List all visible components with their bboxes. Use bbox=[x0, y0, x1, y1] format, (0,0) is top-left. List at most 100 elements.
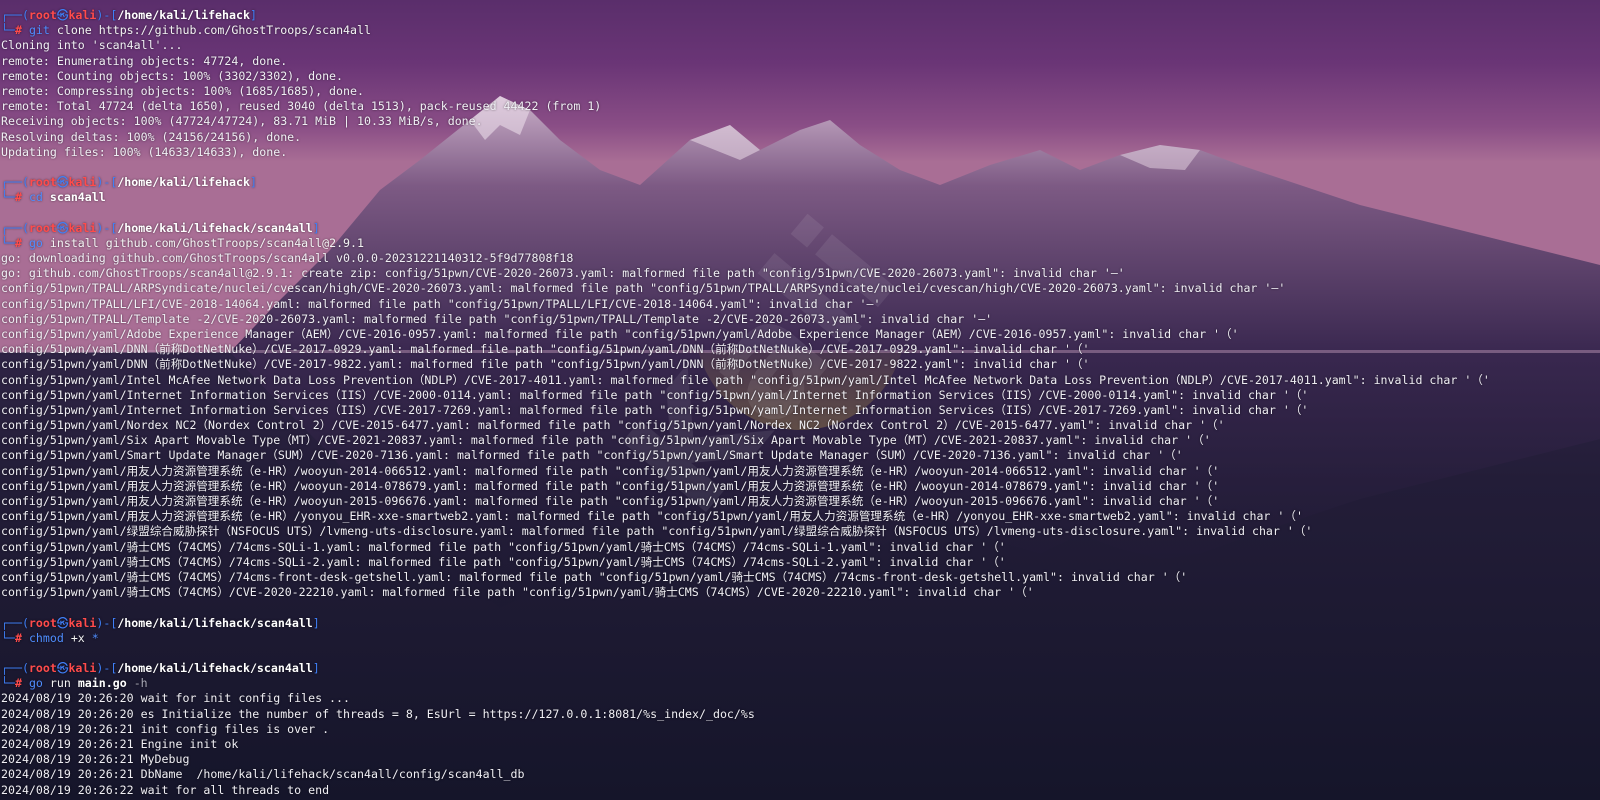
prompt-frame: └─ bbox=[1, 190, 15, 205]
prompt-path: /home/kali/lifehack bbox=[117, 175, 250, 190]
prompt-frame: ] bbox=[312, 220, 320, 235]
prompt-frame: ] bbox=[312, 615, 320, 630]
command-line[interactable]: └─# go install github.com/GhostTroops/sc… bbox=[1, 236, 1600, 251]
prompt-frame: ┌──( bbox=[1, 8, 29, 22]
prompt-separator: ㉿ bbox=[56, 615, 69, 630]
output-line: go: downloading github.com/GhostTroops/s… bbox=[1, 251, 574, 265]
output-line: Resolving deltas: 100% (24156/24156), do… bbox=[1, 129, 302, 144]
prompt-frame: )-[ bbox=[96, 175, 118, 190]
prompt-host: kali bbox=[68, 220, 97, 235]
command-name: git bbox=[28, 23, 50, 38]
prompt-separator: ㉿ bbox=[56, 220, 69, 235]
prompt-hash: # bbox=[14, 190, 22, 205]
output-line: 2024/08/19 20:26:21 init config files is… bbox=[1, 721, 330, 736]
output-line: config/51pwn/yaml/Nordex NC2（Nordex Cont… bbox=[1, 418, 1225, 433]
prompt-user: root bbox=[28, 615, 57, 630]
output-line: 2024/08/19 20:26:21 MyDebug bbox=[1, 752, 190, 767]
command-line[interactable]: └─# cd scan4all bbox=[1, 190, 1600, 205]
output-line: config/51pwn/TPALL/Template -2/CVE-2020-… bbox=[1, 311, 993, 326]
output-line: config/51pwn/yaml/用友人力资源管理系统（e-HR）/wooyu… bbox=[1, 494, 1220, 508]
command-line[interactable]: └─# chmod +x * bbox=[1, 631, 1600, 646]
prompt-separator: ㉿ bbox=[56, 175, 69, 190]
prompt-frame: └─ bbox=[1, 676, 15, 691]
prompt-hash: # bbox=[14, 630, 22, 645]
prompt-hash: # bbox=[14, 23, 22, 38]
output-line: Updating files: 100% (14633/14633), done… bbox=[1, 144, 288, 159]
output-line: config/51pwn/yaml/骑士CMS（74CMS）/74cms-fro… bbox=[1, 569, 1188, 584]
prompt-path: /home/kali/lifehack bbox=[117, 8, 250, 22]
output-line: config/51pwn/yaml/绿盟综合威胁探针（NSFOCUS UTS）/… bbox=[1, 524, 1313, 539]
prompt-hash: # bbox=[14, 676, 22, 691]
output-line: config/51pwn/yaml/骑士CMS（74CMS）/CVE-2020-… bbox=[1, 585, 1034, 600]
command-args: install github.com/GhostTroops/scan4all@… bbox=[49, 235, 364, 250]
output-line: 2024/08/19 20:26:20 wait for init config… bbox=[1, 691, 351, 706]
prompt-frame: )-[ bbox=[96, 220, 118, 235]
output-line: config/51pwn/TPALL/ARPSyndicate/nuclei/c… bbox=[1, 281, 1286, 296]
prompt-header: ┌──(root㉿kali)-[/home/kali/lifehack] bbox=[1, 175, 1600, 190]
prompt-frame: └─ bbox=[1, 630, 15, 645]
prompt-path: /home/kali/lifehack/scan4all bbox=[117, 661, 313, 676]
output-line: remote: Total 47724 (delta 1650), reused… bbox=[1, 99, 602, 114]
prompt-header: ┌──(root㉿kali)-[/home/kali/lifehack/scan… bbox=[1, 661, 1600, 676]
output-line: config/51pwn/yaml/DNN（前称DotNetNuke）/CVE-… bbox=[1, 357, 1090, 372]
prompt-frame: ┌──( bbox=[1, 615, 29, 630]
prompt-frame: ┌──( bbox=[1, 661, 29, 676]
prompt-header: ┌──(root㉿kali)-[/home/kali/lifehack] bbox=[1, 8, 1600, 23]
output-line: config/51pwn/yaml/骑士CMS（74CMS）/74cms-SQL… bbox=[1, 539, 1006, 554]
output-line: config/51pwn/yaml/Intel McAfee Network D… bbox=[1, 372, 1490, 387]
output-line: remote: Compressing objects: 100% (1685/… bbox=[1, 83, 364, 98]
prompt-user: root bbox=[28, 220, 57, 235]
prompt-header: ┌──(root㉿kali)-[/home/kali/lifehack/scan… bbox=[1, 616, 1600, 631]
command-name: go bbox=[28, 235, 43, 250]
prompt-frame: ┌──( bbox=[1, 220, 29, 235]
prompt-user: root bbox=[28, 8, 57, 22]
prompt-separator: ㉿ bbox=[56, 661, 69, 676]
output-line: config/51pwn/yaml/用友人力资源管理系统（e-HR）/wooyu… bbox=[1, 478, 1220, 493]
prompt-user: root bbox=[28, 661, 57, 676]
command-line[interactable]: └─# git clone https://github.com/GhostTr… bbox=[1, 23, 1600, 38]
output-line: config/51pwn/yaml/Internet Information S… bbox=[1, 402, 1309, 417]
output-line: 2024/08/19 20:26:20 es Initialize the nu… bbox=[1, 706, 755, 721]
command-line[interactable]: └─# go run main.go -h bbox=[1, 676, 1600, 691]
prompt-frame: ] bbox=[312, 661, 320, 676]
prompt-host: kali bbox=[68, 8, 97, 22]
prompt-frame: )-[ bbox=[96, 8, 118, 22]
prompt-user: root bbox=[28, 175, 57, 190]
prompt-host: kali bbox=[68, 175, 97, 190]
command-name: chmod bbox=[28, 630, 64, 645]
command-name: go bbox=[28, 676, 43, 691]
output-line: config/51pwn/yaml/Adobe Experience Manag… bbox=[1, 326, 1239, 341]
prompt-hash: # bbox=[14, 235, 22, 250]
output-line: 2024/08/19 20:26:21 DbName /home/kali/li… bbox=[1, 767, 525, 782]
output-line: 2024/08/19 20:26:22 wait for all threads… bbox=[1, 782, 330, 797]
command-file: main.go bbox=[77, 676, 127, 691]
output-line: config/51pwn/yaml/Smart Update Manager（S… bbox=[1, 448, 1183, 463]
output-line: config/51pwn/yaml/DNN（前称DotNetNuke）/CVE-… bbox=[1, 342, 1090, 357]
output-line: config/51pwn/yaml/用友人力资源管理系统（e-HR）/wooyu… bbox=[1, 463, 1220, 478]
output-line: config/51pwn/TPALL/LFI/CVE-2018-14064.ya… bbox=[1, 296, 881, 311]
command-glob: * bbox=[91, 630, 99, 645]
prompt-frame: ] bbox=[249, 8, 257, 22]
prompt-path: /home/kali/lifehack/scan4all bbox=[117, 615, 313, 630]
output-line: config/51pwn/yaml/用友人力资源管理系统（e-HR）/yonyo… bbox=[1, 509, 1303, 524]
prompt-frame: )-[ bbox=[96, 661, 118, 676]
output-line: Cloning into 'scan4all'... bbox=[1, 38, 183, 53]
prompt-frame: ] bbox=[249, 175, 257, 190]
prompt-frame: └─ bbox=[1, 23, 15, 38]
output-line: config/51pwn/yaml/骑士CMS（74CMS）/74cms-SQL… bbox=[1, 554, 1006, 569]
output-line: remote: Enumerating objects: 47724, done… bbox=[1, 53, 288, 68]
command-args: run bbox=[49, 676, 71, 691]
output-line: config/51pwn/yaml/Six Apart Movable Type… bbox=[1, 433, 1211, 448]
prompt-host: kali bbox=[68, 615, 97, 630]
output-line: go: github.com/GhostTroops/scan4all@2.9.… bbox=[1, 266, 1125, 281]
command-args: scan4all bbox=[49, 190, 106, 205]
output-line: config/51pwn/yaml/Internet Information S… bbox=[1, 387, 1309, 402]
prompt-frame: ┌──( bbox=[1, 175, 29, 190]
terminal-output[interactable]: ┌──(root㉿kali)-[/home/kali/lifehack] └─# … bbox=[0, 0, 1600, 800]
prompt-frame: )-[ bbox=[96, 615, 118, 630]
prompt-host: kali bbox=[68, 661, 97, 676]
